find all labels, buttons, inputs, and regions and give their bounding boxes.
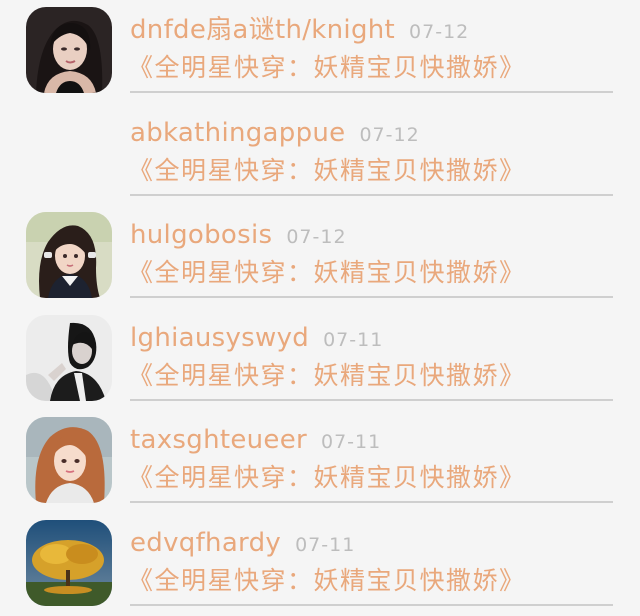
divider bbox=[130, 91, 613, 93]
book-title[interactable]: 《全明星快穿：妖精宝贝快撒娇》 bbox=[128, 461, 526, 495]
comment-date: 07-11 bbox=[321, 431, 382, 453]
username[interactable]: dnfde扇a谜th/knight bbox=[130, 15, 395, 45]
list-item[interactable]: abkathingappue 07-12 《全明星快穿：妖精宝贝快撒娇》 bbox=[0, 103, 640, 206]
divider bbox=[130, 296, 613, 298]
divider bbox=[130, 501, 613, 503]
comment-date: 07-12 bbox=[409, 21, 470, 43]
comment-meta: edvqfhardy 07-11 bbox=[130, 525, 355, 561]
avatar-image bbox=[26, 315, 112, 401]
avatar[interactable] bbox=[26, 7, 112, 93]
avatar[interactable] bbox=[26, 212, 112, 298]
avatar[interactable] bbox=[26, 520, 112, 606]
comment-meta: lghiausyswyd 07-11 bbox=[130, 320, 383, 356]
divider bbox=[130, 604, 613, 606]
comment-feed: dnfde扇a谜th/knight 07-12 《全明星快穿：妖精宝贝快撒娇》 a… bbox=[0, 0, 640, 612]
list-item[interactable]: taxsghteueer 07-11 《全明星快穿：妖精宝贝快撒娇》 bbox=[0, 410, 640, 513]
comment-meta: abkathingappue 07-12 bbox=[130, 115, 420, 151]
avatar[interactable] bbox=[26, 110, 112, 196]
username[interactable]: lghiausyswyd bbox=[130, 323, 309, 353]
divider bbox=[130, 194, 613, 196]
username[interactable]: abkathingappue bbox=[130, 118, 345, 148]
avatar[interactable] bbox=[26, 417, 112, 503]
list-item[interactable]: hulgobosis 07-12 《全明星快穿：妖精宝贝快撒娇》 bbox=[0, 205, 640, 308]
book-title[interactable]: 《全明星快穿：妖精宝贝快撒娇》 bbox=[128, 256, 526, 290]
book-title[interactable]: 《全明星快穿：妖精宝贝快撒娇》 bbox=[128, 154, 526, 188]
avatar-image bbox=[26, 212, 112, 298]
username[interactable]: edvqfhardy bbox=[130, 528, 281, 558]
list-item[interactable]: lghiausyswyd 07-11 《全明星快穿：妖精宝贝快撒娇》 bbox=[0, 308, 640, 411]
comment-meta: hulgobosis 07-12 bbox=[130, 217, 347, 253]
avatar-image bbox=[26, 520, 112, 606]
comment-date: 07-11 bbox=[323, 329, 384, 351]
username[interactable]: taxsghteueer bbox=[130, 425, 307, 455]
username[interactable]: hulgobosis bbox=[130, 220, 272, 250]
comment-date: 07-12 bbox=[286, 226, 347, 248]
avatar[interactable] bbox=[26, 315, 112, 401]
book-title[interactable]: 《全明星快穿：妖精宝贝快撒娇》 bbox=[128, 359, 526, 393]
comment-date: 07-11 bbox=[295, 534, 356, 556]
avatar-image bbox=[26, 417, 112, 503]
avatar-image bbox=[26, 7, 112, 93]
comment-meta: dnfde扇a谜th/knight 07-12 bbox=[130, 12, 469, 48]
book-title[interactable]: 《全明星快穿：妖精宝贝快撒娇》 bbox=[128, 564, 526, 598]
divider bbox=[130, 399, 613, 401]
list-item[interactable]: dnfde扇a谜th/knight 07-12 《全明星快穿：妖精宝贝快撒娇》 bbox=[0, 0, 640, 103]
book-title[interactable]: 《全明星快穿：妖精宝贝快撒娇》 bbox=[128, 51, 526, 85]
comment-date: 07-12 bbox=[359, 124, 420, 146]
comment-meta: taxsghteueer 07-11 bbox=[130, 422, 381, 458]
list-item[interactable]: edvqfhardy 07-11 《全明星快穿：妖精宝贝快撒娇》 bbox=[0, 513, 640, 616]
